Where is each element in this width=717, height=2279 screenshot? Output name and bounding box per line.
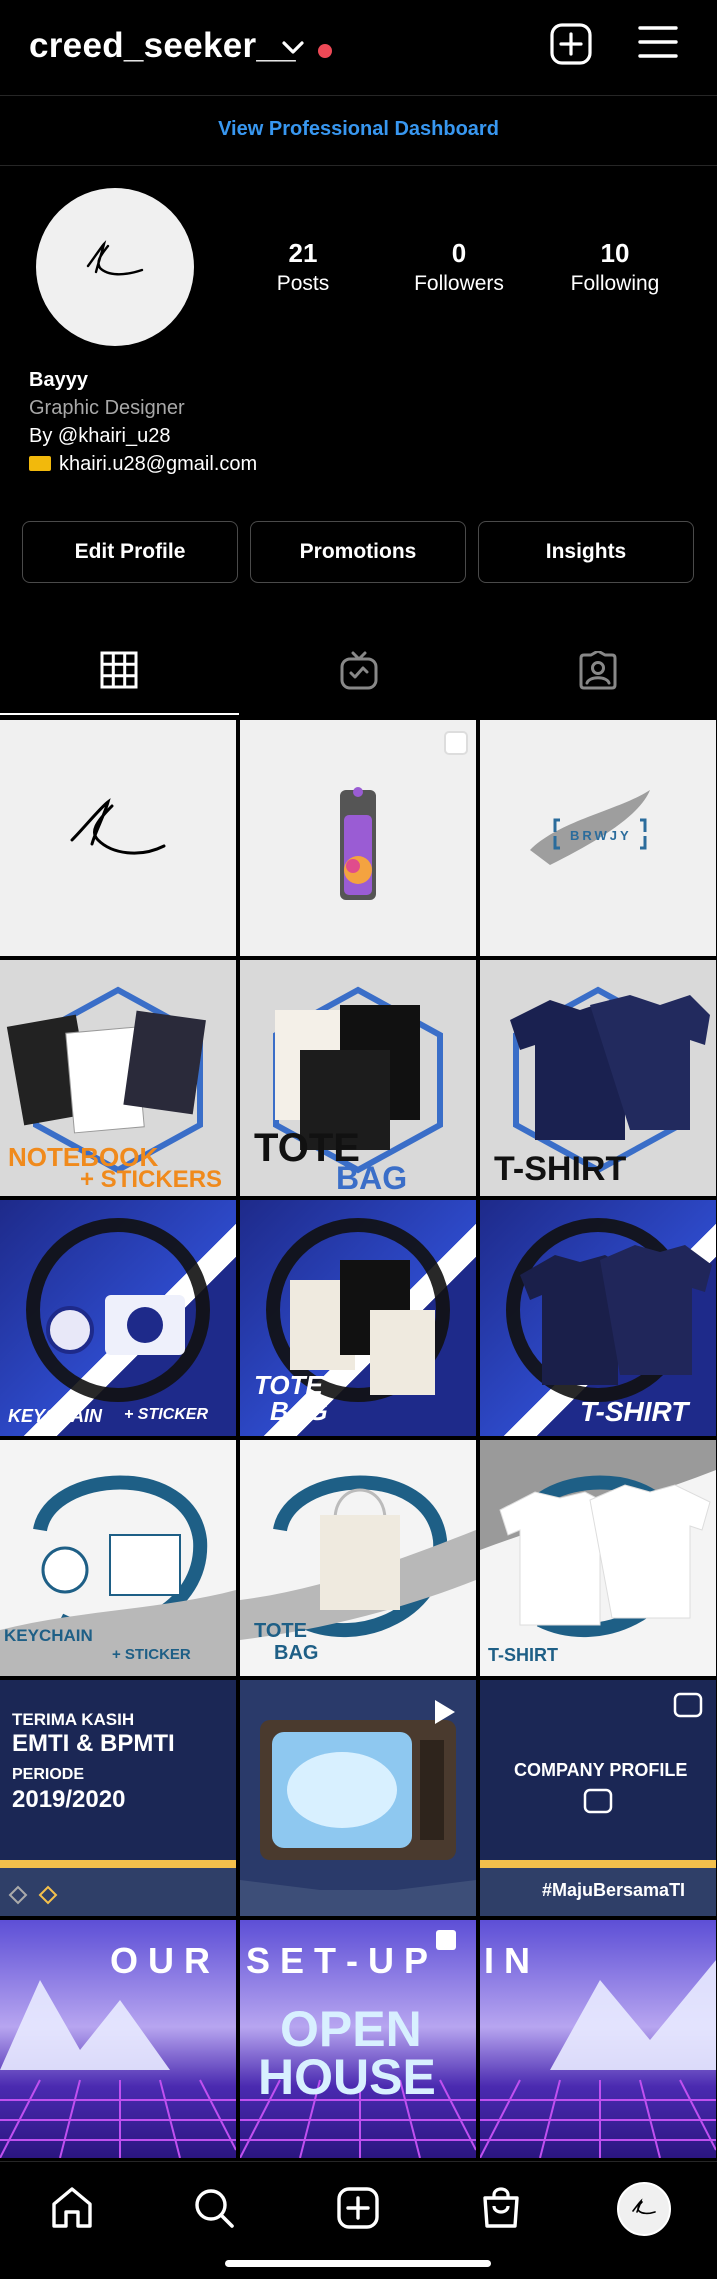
posts-count[interactable]: 21 Posts: [233, 238, 373, 296]
post-thumbnail[interactable]: BRWJY: [480, 720, 716, 956]
post-thumbnail[interactable]: NOTEBOOK + STICKERS: [0, 960, 236, 1196]
shop-bag-icon[interactable]: [477, 2184, 525, 2232]
username[interactable]: creed_seeker__: [29, 26, 296, 66]
post-caption: O U R: [110, 1940, 211, 1981]
followers-label: Followers: [414, 272, 504, 295]
tab-igtv[interactable]: [239, 625, 478, 715]
post-thumbnail[interactable]: TOTE BAG: [240, 1440, 476, 1676]
post-thumbnail[interactable]: T-SHIRT: [480, 960, 716, 1196]
post-thumbnail[interactable]: I N: [480, 1920, 716, 2158]
post-thumbnail[interactable]: S E T - U P OPEN HOUSE: [240, 1920, 476, 2158]
post-thumbnail[interactable]: [0, 720, 236, 956]
keychain-image: [26, 1218, 210, 1402]
profile-bio: Bayyy Graphic Designer By @khairi_u28 kh…: [29, 366, 257, 478]
profile-avatar[interactable]: [36, 188, 194, 346]
bio-line: By @khairi_u28: [29, 425, 171, 447]
post-caption: COMPANY PROFILE: [514, 1760, 688, 1780]
professional-dashboard-bar[interactable]: View Professional Dashboard: [0, 96, 717, 166]
post-thumbnail[interactable]: TOTE BAG: [240, 1200, 476, 1436]
post-caption: BAG: [336, 1160, 408, 1196]
tv-video-image: [240, 1700, 476, 1916]
post-caption: BAG: [274, 1642, 319, 1664]
post-thumbnail[interactable]: O U R: [0, 1920, 236, 2158]
bio-email[interactable]: khairi.u28@gmail.com: [59, 453, 257, 475]
new-post-icon[interactable]: [549, 22, 593, 66]
post-caption: I N: [484, 1940, 531, 1981]
bottom-nav: [0, 2161, 717, 2279]
post-caption: TOTE: [254, 1620, 307, 1642]
search-icon[interactable]: [190, 2184, 238, 2232]
post-thumbnail[interactable]: [240, 720, 476, 956]
tab-posts-grid[interactable]: [0, 625, 239, 715]
flask-logo-icon: [340, 731, 468, 900]
post-caption: TERIMA KASIH: [12, 1710, 135, 1729]
insights-button[interactable]: Insights: [478, 521, 694, 583]
bio-email-row: khairi.u28@gmail.com: [29, 450, 257, 478]
post-caption: PERIODE: [12, 1766, 85, 1783]
post-thumbnail[interactable]: KEYCHAIN + STICKER: [0, 1440, 236, 1676]
posts-grid: BRWJY NOTEBOOK + STICKERS TOTE BAG T-SHI…: [0, 717, 717, 2161]
post-caption: + STICKER: [112, 1646, 191, 1663]
display-name: Bayyy: [29, 369, 88, 391]
followers-count[interactable]: 0 Followers: [389, 238, 529, 296]
post-caption: + STICKER: [124, 1406, 209, 1423]
tab-tagged[interactable]: [478, 625, 717, 715]
promotions-button[interactable]: Promotions: [250, 521, 466, 583]
post-thumbnail[interactable]: COMPANY PROFILE #MajuBersamaTI: [480, 1680, 716, 1916]
post-caption: T-SHIRT: [488, 1645, 558, 1665]
posts-value: 21: [288, 238, 318, 268]
k-logo-icon: [70, 798, 166, 855]
grid-icon: [100, 651, 138, 689]
profile-category: Graphic Designer: [29, 397, 185, 419]
profile-avatar-nav[interactable]: [617, 2182, 671, 2236]
post-caption: T-SHIRT: [494, 1150, 627, 1188]
home-icon[interactable]: [48, 2184, 96, 2232]
post-caption: T-SHIRT: [580, 1396, 689, 1427]
menu-icon[interactable]: [638, 24, 678, 60]
posts-label: Posts: [276, 272, 330, 295]
post-caption: S E T - U P: [246, 1940, 429, 1981]
notification-dot: [318, 44, 332, 58]
following-value: 10: [600, 238, 630, 268]
envelope-icon: [29, 456, 51, 471]
top-bar: creed_seeker__: [0, 0, 717, 96]
post-caption: BAG: [270, 1396, 328, 1426]
k-logo-icon: [632, 2198, 656, 2215]
post-caption: KEYCHAIN: [4, 1626, 93, 1645]
post-thumbnail[interactable]: T-SHIRT: [480, 1200, 716, 1436]
post-thumbnail[interactable]: [240, 1680, 476, 1916]
post-thumbnail[interactable]: KEYCHAIN + STICKER: [0, 1200, 236, 1436]
post-thumbnail[interactable]: TERIMA KASIH EMTI & BPMTI PERIODE 2019/2…: [0, 1680, 236, 1916]
post-caption: 2019/2020: [12, 1786, 126, 1813]
post-caption: HOUSE: [258, 2049, 436, 2105]
post-thumbnail[interactable]: TOTE BAG: [240, 960, 476, 1196]
post-caption: EMTI & BPMTI: [12, 1730, 175, 1757]
following-count[interactable]: 10 Following: [545, 238, 685, 296]
dashboard-link[interactable]: View Professional Dashboard: [218, 118, 499, 141]
post-thumbnail[interactable]: T-SHIRT: [480, 1440, 716, 1676]
post-caption: KEYCHAIN: [8, 1406, 103, 1426]
tshirt-image: [480, 1440, 716, 1637]
chevron-down-icon[interactable]: [282, 40, 304, 56]
create-post-icon[interactable]: [334, 2184, 382, 2232]
k-logo-icon: [86, 240, 144, 276]
post-caption: BRWJY: [570, 828, 632, 843]
tagged-person-icon: [579, 651, 617, 690]
post-caption: #MajuBersamaTI: [542, 1880, 686, 1900]
post-caption: + STICKERS: [80, 1166, 223, 1193]
followers-value: 0: [451, 238, 467, 268]
following-label: Following: [570, 272, 660, 295]
igtv-icon: [340, 651, 378, 690]
home-indicator: [225, 2260, 491, 2267]
edit-profile-button[interactable]: Edit Profile: [22, 521, 238, 583]
